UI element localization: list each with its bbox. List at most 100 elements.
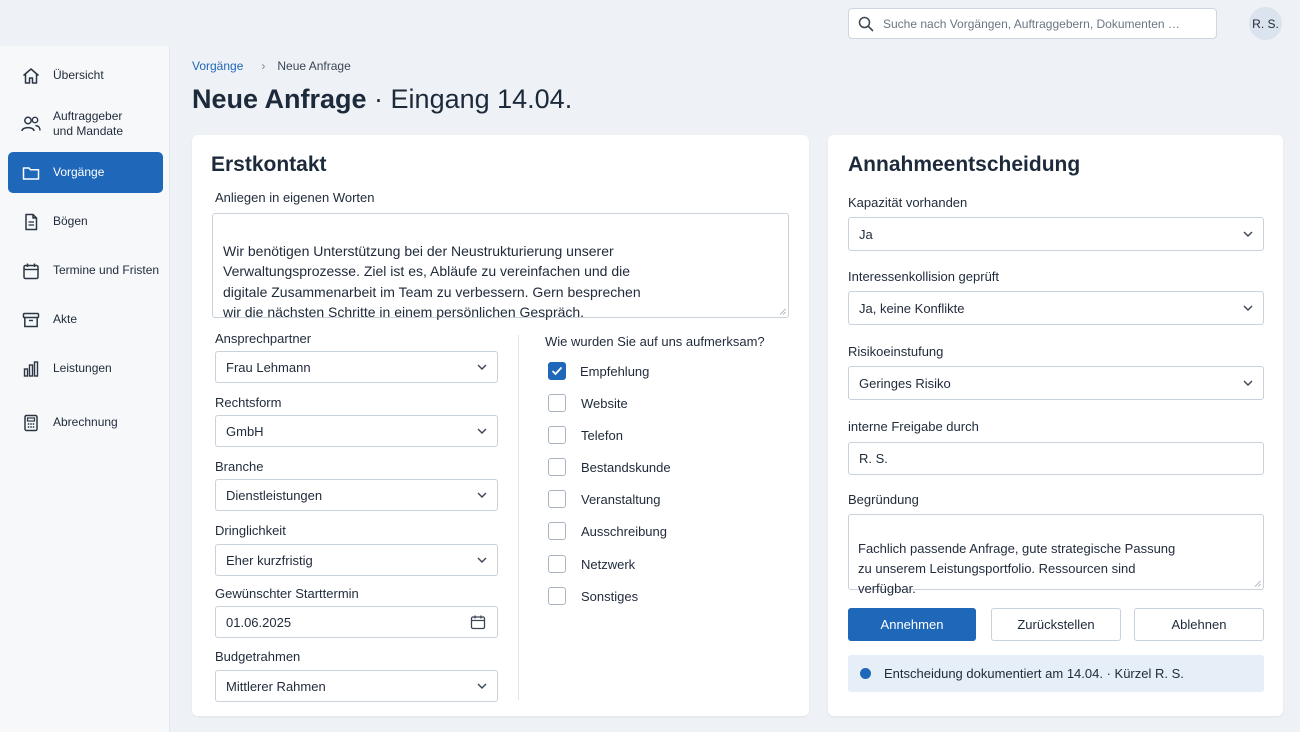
- interessenkollision-select[interactable]: Ja, keine Konflikte: [848, 291, 1264, 325]
- calendar-icon: [10, 250, 52, 291]
- calculator-icon: [10, 402, 52, 443]
- avatar[interactable]: R. S.: [1249, 7, 1282, 40]
- search-input[interactable]: Suche nach Vorgängen, Auftraggebern, Dok…: [848, 8, 1217, 39]
- checkbox-website[interactable]: Website: [548, 394, 628, 412]
- sidebar-item-uebersicht[interactable]: Übersicht: [8, 55, 163, 96]
- page-title-main: Neue Anfrage: [192, 84, 367, 114]
- chevron-down-icon: [467, 545, 497, 575]
- sidebar-item-label: Übersicht: [53, 68, 104, 82]
- checkbox-label: Veranstaltung: [581, 491, 661, 507]
- annehmen-button[interactable]: Annehmen: [848, 608, 976, 641]
- ansprechpartner-label: Ansprechpartner: [215, 331, 312, 346]
- kapazitaet-label: Kapazität vorhanden: [848, 195, 968, 210]
- begruendung-label: Begründung: [848, 492, 919, 507]
- sidebar-item-leistungen[interactable]: Leistungen: [8, 348, 163, 389]
- checkbox-label: Telefon: [581, 427, 623, 443]
- breadcrumb-link-vorgaenge[interactable]: Vorgänge: [192, 59, 243, 73]
- checkbox-checked-icon[interactable]: [548, 362, 566, 380]
- checkbox-icon[interactable]: [548, 394, 566, 412]
- sidebar-item-auftraggeber[interactable]: Auftraggeber und Mandate: [8, 103, 163, 144]
- sidebar-item-label: Akte: [53, 312, 78, 326]
- resize-handle-icon[interactable]: [1254, 580, 1261, 587]
- checkbox-label: Website: [581, 395, 628, 411]
- rechtsform-select[interactable]: GmbH: [215, 415, 498, 447]
- document-icon: [10, 201, 52, 242]
- interessenkollision-label: Interessenkollision geprüft: [848, 269, 1000, 284]
- risiko-label: Risikoeinstufung: [848, 344, 944, 359]
- resize-handle-icon[interactable]: [779, 308, 786, 315]
- sidebar-item-label: Termine und Fristen: [53, 263, 160, 277]
- chevron-down-icon: [467, 671, 497, 701]
- sidebar-item-label: Vorgänge: [53, 165, 105, 179]
- sidebar-item-label: Auftraggeber und Mandate: [53, 108, 124, 138]
- page-title-sub: · Eingang 14.04.: [366, 84, 573, 114]
- checkbox-bestandskunde[interactable]: Bestandskunde: [548, 458, 671, 476]
- checkbox-sonstiges[interactable]: Sonstiges: [548, 587, 638, 605]
- starttermin-date-input[interactable]: 01.06.2025: [215, 606, 498, 638]
- kapazitaet-select[interactable]: Ja: [848, 217, 1264, 251]
- zurueckstellen-button[interactable]: Zurückstellen: [991, 608, 1121, 641]
- column-divider: [518, 335, 519, 700]
- erstkontakt-title: Erstkontakt: [211, 153, 327, 176]
- budgetrahmen-value: Mittlerer Rahmen: [226, 678, 326, 694]
- freigabe-value: R. S.: [859, 451, 888, 466]
- search-placeholder: Suche nach Vorgängen, Auftraggebern, Dok…: [883, 16, 1180, 31]
- begruendung-textarea[interactable]: Fachlich passende Anfrage, gute strategi…: [848, 514, 1264, 596]
- chevron-down-icon: [1233, 367, 1263, 399]
- begruendung-text: Fachlich passende Anfrage, gute strategi…: [858, 541, 1176, 596]
- checkbox-icon[interactable]: [548, 587, 566, 605]
- sidebar-item-vorgaenge[interactable]: Vorgänge: [8, 152, 163, 193]
- sidebar-item-boegen[interactable]: Bögen: [8, 201, 163, 242]
- checkbox-icon[interactable]: [548, 555, 566, 573]
- search-icon: [849, 9, 883, 38]
- anliegen-textarea[interactable]: Wir benötigen Unterstützung bei der Neus…: [212, 213, 789, 321]
- chevron-right-icon: ›: [261, 59, 266, 73]
- top-bar: Suche nach Vorgängen, Auftraggebern, Dok…: [0, 0, 1300, 46]
- sidebar-item-label: Abrechnung: [53, 415, 118, 429]
- chevron-down-icon: [1233, 218, 1263, 250]
- sidebar-item-termine[interactable]: Termine und Fristen: [8, 250, 163, 291]
- bar-chart-icon: [10, 348, 52, 389]
- sidebar-item-abrechnung[interactable]: Abrechnung: [8, 402, 163, 443]
- home-icon: [10, 55, 52, 96]
- sidebar-item-label: Leistungen: [53, 361, 112, 375]
- checkbox-ausschreibung[interactable]: Ausschreibung: [548, 522, 667, 540]
- annahme-title: Annahmeentscheidung: [848, 153, 1081, 176]
- ansprechpartner-value: Frau Lehmann: [226, 359, 311, 375]
- folder-icon: [10, 152, 52, 193]
- branche-select[interactable]: Dienstleistungen: [215, 479, 498, 511]
- budgetrahmen-select[interactable]: Mittlerer Rahmen: [215, 670, 498, 702]
- checkbox-icon[interactable]: [548, 458, 566, 476]
- checkbox-icon[interactable]: [548, 522, 566, 540]
- status-text: Entscheidung dokumentiert am 14.04. · Kü…: [884, 666, 1184, 681]
- calendar-icon[interactable]: [459, 607, 497, 637]
- budgetrahmen-label: Budgetrahmen: [215, 649, 301, 664]
- sidebar-item-akte[interactable]: Akte: [8, 299, 163, 340]
- checkbox-label: Ausschreibung: [581, 523, 667, 539]
- anliegen-text: Wir benötigen Unterstützung bei der Neus…: [223, 242, 641, 321]
- starttermin-value: 01.06.2025: [226, 614, 292, 630]
- chevron-down-icon: [467, 352, 497, 382]
- risiko-value: Geringes Risiko: [859, 375, 951, 391]
- dringlichkeit-value: Eher kurzfristig: [226, 552, 313, 568]
- dringlichkeit-label: Dringlichkeit: [215, 523, 286, 538]
- status-dot-icon: [860, 668, 871, 679]
- chevron-down-icon: [467, 416, 497, 446]
- checkbox-netzwerk[interactable]: Netzwerk: [548, 555, 635, 573]
- checkbox-empfehlung[interactable]: Empfehlung: [548, 362, 649, 380]
- ablehnen-button[interactable]: Ablehnen: [1134, 608, 1264, 641]
- dringlichkeit-select[interactable]: Eher kurzfristig: [215, 544, 498, 576]
- freigabe-label: interne Freigabe durch: [848, 419, 979, 434]
- checkbox-icon[interactable]: [548, 426, 566, 444]
- checkbox-label: Empfehlung: [580, 363, 650, 379]
- risiko-select[interactable]: Geringes Risiko: [848, 366, 1264, 400]
- breadcrumb-current: Neue Anfrage: [277, 59, 351, 73]
- chevron-down-icon: [467, 480, 497, 510]
- checkbox-label: Netzwerk: [581, 556, 636, 572]
- checkbox-telefon[interactable]: Telefon: [548, 426, 623, 444]
- freigabe-input[interactable]: R. S.: [848, 442, 1264, 475]
- kapazitaet-value: Ja: [859, 226, 873, 242]
- ansprechpartner-select[interactable]: Frau Lehmann: [215, 351, 498, 383]
- checkbox-veranstaltung[interactable]: Veranstaltung: [548, 490, 661, 508]
- checkbox-icon[interactable]: [548, 490, 566, 508]
